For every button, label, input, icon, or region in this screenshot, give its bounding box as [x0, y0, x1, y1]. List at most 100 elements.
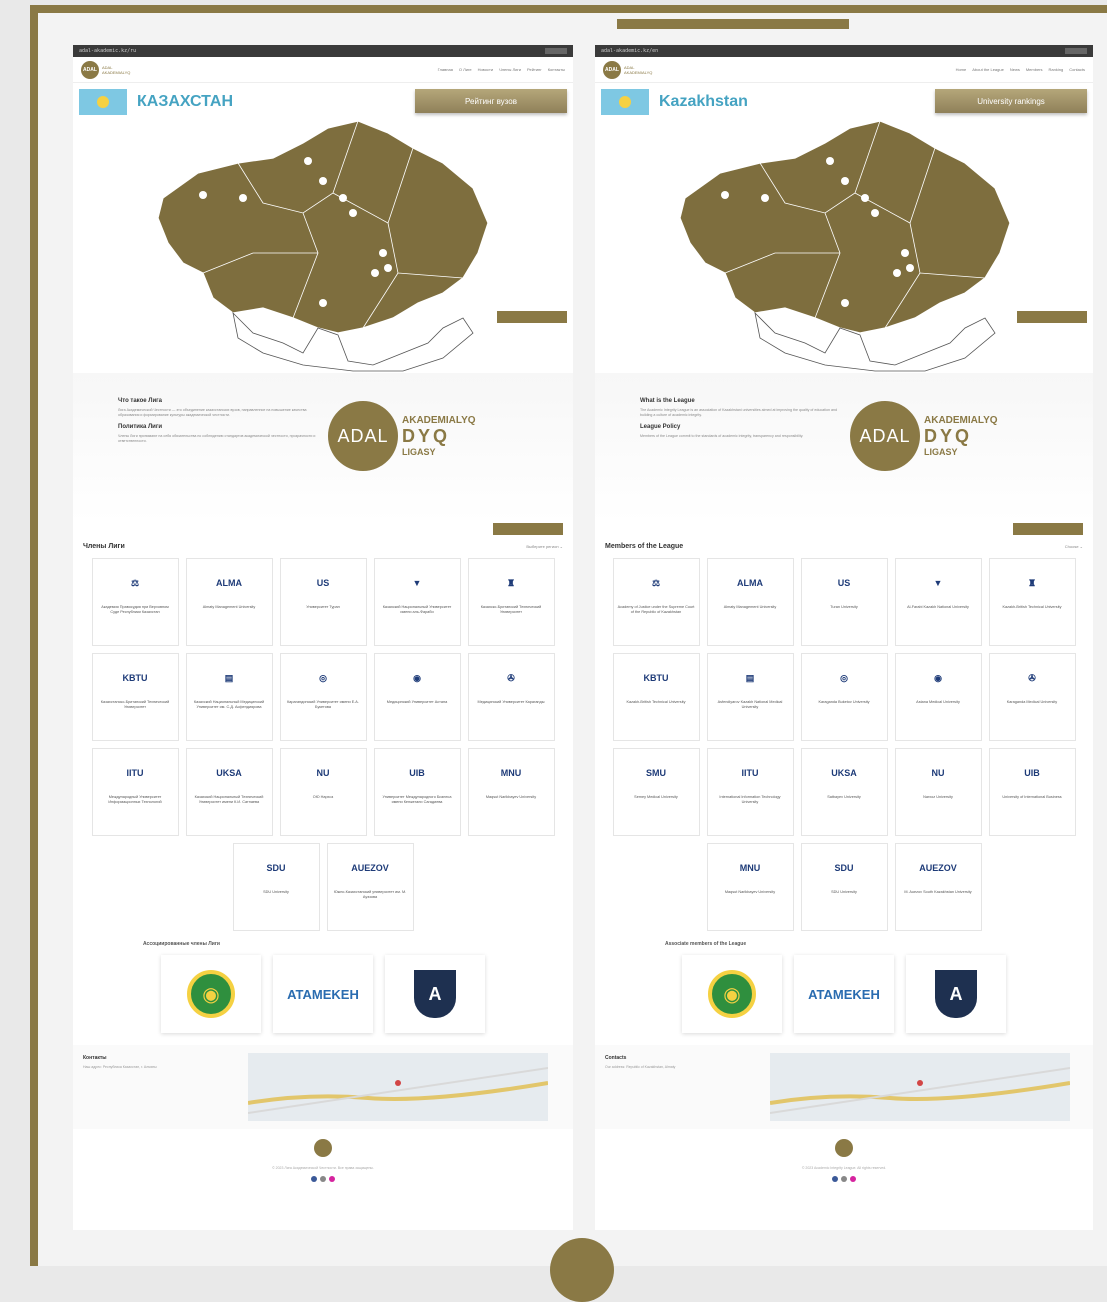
member-card[interactable]: ALMA Almaty Management University — [706, 558, 794, 646]
members-filter-select[interactable]: Choose ⌄ — [1065, 544, 1083, 549]
vk-icon[interactable] — [320, 1176, 326, 1182]
site-logo-text[interactable]: ADAL AKADEMIALYQ — [624, 65, 652, 75]
member-card[interactable]: ♜ Kazakh-British Technical University — [988, 558, 1076, 646]
browser-controls[interactable] — [1065, 48, 1087, 54]
nav-item[interactable]: Контакты — [548, 67, 565, 72]
member-logo: AUEZOV — [351, 863, 389, 873]
associate-logo: A — [935, 970, 977, 1018]
member-card[interactable]: ▼ Казахский Национальный Университет имен… — [373, 558, 461, 646]
members-grid: ⚖ Академия Правосудия при Верховном Суде … — [83, 558, 563, 931]
site-logo-icon[interactable]: ADAL — [603, 60, 621, 79]
associate-card[interactable]: ATAMEKEH — [273, 955, 373, 1033]
member-logo: SMU — [646, 768, 666, 778]
member-card[interactable]: ALMA Almaty Management University — [185, 558, 273, 646]
members-more-button[interactable] — [1013, 523, 1083, 535]
associate-logo: ◉ — [187, 970, 235, 1018]
member-card[interactable]: UKSA Satbayev University — [800, 748, 888, 836]
member-card[interactable]: MNU Maqsut Narikbayev University — [467, 748, 555, 836]
location-map[interactable] — [247, 1053, 549, 1121]
map-more-button[interactable] — [1017, 311, 1087, 323]
member-card[interactable]: UIB Университет Международного Бизнеса им… — [373, 748, 461, 836]
nav-item[interactable]: Contacts — [1069, 67, 1085, 72]
member-card[interactable]: ♜ Казахско-Британский Технический Универс… — [467, 558, 555, 646]
site-logo-icon[interactable]: ADAL — [81, 60, 99, 79]
member-card[interactable]: ◉ Astana Medical University — [894, 653, 982, 741]
location-map[interactable] — [769, 1053, 1071, 1121]
member-card[interactable]: IITU International Information Technology… — [706, 748, 794, 836]
browser-address-bar[interactable]: adal-akademic.kz/en — [595, 45, 1093, 57]
member-card[interactable]: ▤ Asfendiyarov Kazakh National Medical Un… — [706, 653, 794, 741]
member-logo: ✇ — [507, 672, 515, 683]
facebook-icon[interactable] — [832, 1176, 838, 1182]
member-card[interactable]: KBTU Kazakh-British Technical University — [612, 653, 700, 741]
nav-item[interactable]: Ranking — [1049, 67, 1064, 72]
vk-icon[interactable] — [841, 1176, 847, 1182]
social-links — [595, 1176, 1093, 1182]
contacts-section: Контакты Наш адрес: Республика Казахстан… — [73, 1045, 573, 1129]
member-card[interactable]: US Университет Туран — [279, 558, 367, 646]
member-card[interactable]: ✇ Karaganda Medical University — [988, 653, 1076, 741]
members-more-button[interactable] — [493, 523, 563, 535]
member-card[interactable]: ▤ Казахский Национальный Медицинский Унив… — [185, 653, 273, 741]
kazakhstan-map[interactable] — [665, 103, 1025, 373]
nav-item[interactable]: О Лиге — [459, 67, 472, 72]
member-logo: US — [316, 578, 330, 588]
nav-item[interactable]: Новости — [478, 67, 493, 72]
member-name: Казахский Национальный Технический Униве… — [194, 795, 264, 804]
footer-logo-icon[interactable] — [314, 1139, 332, 1157]
nav-item[interactable]: News — [1010, 67, 1020, 72]
member-logo: ⚖ — [651, 577, 661, 588]
member-card[interactable]: ◎ Karaganda Buketov University — [800, 653, 888, 741]
nav-item[interactable]: Главная — [438, 67, 453, 72]
nav-item[interactable]: Members — [1026, 67, 1043, 72]
browser-controls[interactable] — [545, 48, 567, 54]
member-logo: US — [837, 578, 851, 588]
instagram-icon[interactable] — [850, 1176, 856, 1182]
associate-card[interactable]: ◉ — [682, 955, 782, 1033]
browser-url[interactable]: adal-akademic.kz/en — [601, 48, 658, 54]
member-card[interactable]: ◉ Медицинский Университет Астана — [373, 653, 461, 741]
member-card[interactable]: ⚖ Академия Правосудия при Верховном Суде … — [91, 558, 179, 646]
member-card[interactable]: SDU SDU University — [800, 843, 888, 931]
member-card[interactable]: ◎ Карагандинский Университет имени Е.А. Б… — [279, 653, 367, 741]
member-card[interactable]: SDU SDU University — [232, 843, 320, 931]
kazakhstan-map[interactable] — [143, 103, 503, 373]
member-card[interactable]: ▼ Al-Farabi Kazakh National University — [894, 558, 982, 646]
member-name: Asfendiyarov Kazakh National Medical Uni… — [717, 700, 783, 709]
members-filter-select[interactable]: Выберите регион ⌄ — [526, 544, 563, 549]
map-more-button[interactable] — [497, 311, 567, 323]
member-card[interactable]: AUEZOV M. Auezov South Kazakhstan Univers… — [894, 843, 982, 931]
associate-card[interactable]: ◉ — [161, 955, 261, 1033]
member-card[interactable]: NU Narxoz University — [894, 748, 982, 836]
associate-card[interactable]: A — [385, 955, 485, 1033]
member-card[interactable]: AUEZOV Южно-Казахстанский университет им.… — [326, 843, 414, 931]
browser-url[interactable]: adal-akademic.kz/ru — [79, 48, 136, 54]
member-card[interactable]: KBTU Казахстанско-Британский Технический … — [91, 653, 179, 741]
instagram-icon[interactable] — [329, 1176, 335, 1182]
associate-card[interactable]: A — [906, 955, 1006, 1033]
nav-item[interactable]: About the League — [972, 67, 1004, 72]
facebook-icon[interactable] — [311, 1176, 317, 1182]
member-name: Академия Правосудия при Верховном Суде Р… — [101, 605, 169, 614]
member-card[interactable]: ✇ Медицинский Университет Караганды — [467, 653, 555, 741]
associate-logo: ATAMEKEH — [287, 986, 359, 1002]
member-card[interactable]: UIB University of International Business — [988, 748, 1076, 836]
browser-address-bar[interactable]: adal-akademic.kz/ru — [73, 45, 573, 57]
member-name: SDU University — [263, 890, 289, 894]
nav-item[interactable]: Рейтинг — [527, 67, 542, 72]
nav-item[interactable]: Члены Лиги — [499, 67, 521, 72]
member-card[interactable]: UKSA Казахский Национальный Технический У… — [185, 748, 273, 836]
site-logo-text[interactable]: ADAL AKADEMIALYQ — [102, 65, 130, 75]
member-card[interactable]: MNU Maqsut Narikbayev University — [706, 843, 794, 931]
member-card[interactable]: SMU Semey Medical University — [612, 748, 700, 836]
member-card[interactable]: ⚖ Academy of Justice under the Supreme Co… — [612, 558, 700, 646]
member-card[interactable]: NU ОЮ Нархоз — [279, 748, 367, 836]
footer-logo-icon[interactable] — [835, 1139, 853, 1157]
footer-text: © 2023 Academic Integrity League. All ri… — [801, 1166, 887, 1170]
member-name: Казахско-Британский Технический Универси… — [480, 605, 542, 614]
member-card[interactable]: IITU Международный Университет Информацио… — [91, 748, 179, 836]
members-title: Члены Лиги — [83, 543, 125, 550]
member-card[interactable]: US Turan University — [800, 558, 888, 646]
nav-item[interactable]: Home — [956, 67, 967, 72]
associate-card[interactable]: ATAMEKEH — [794, 955, 894, 1033]
